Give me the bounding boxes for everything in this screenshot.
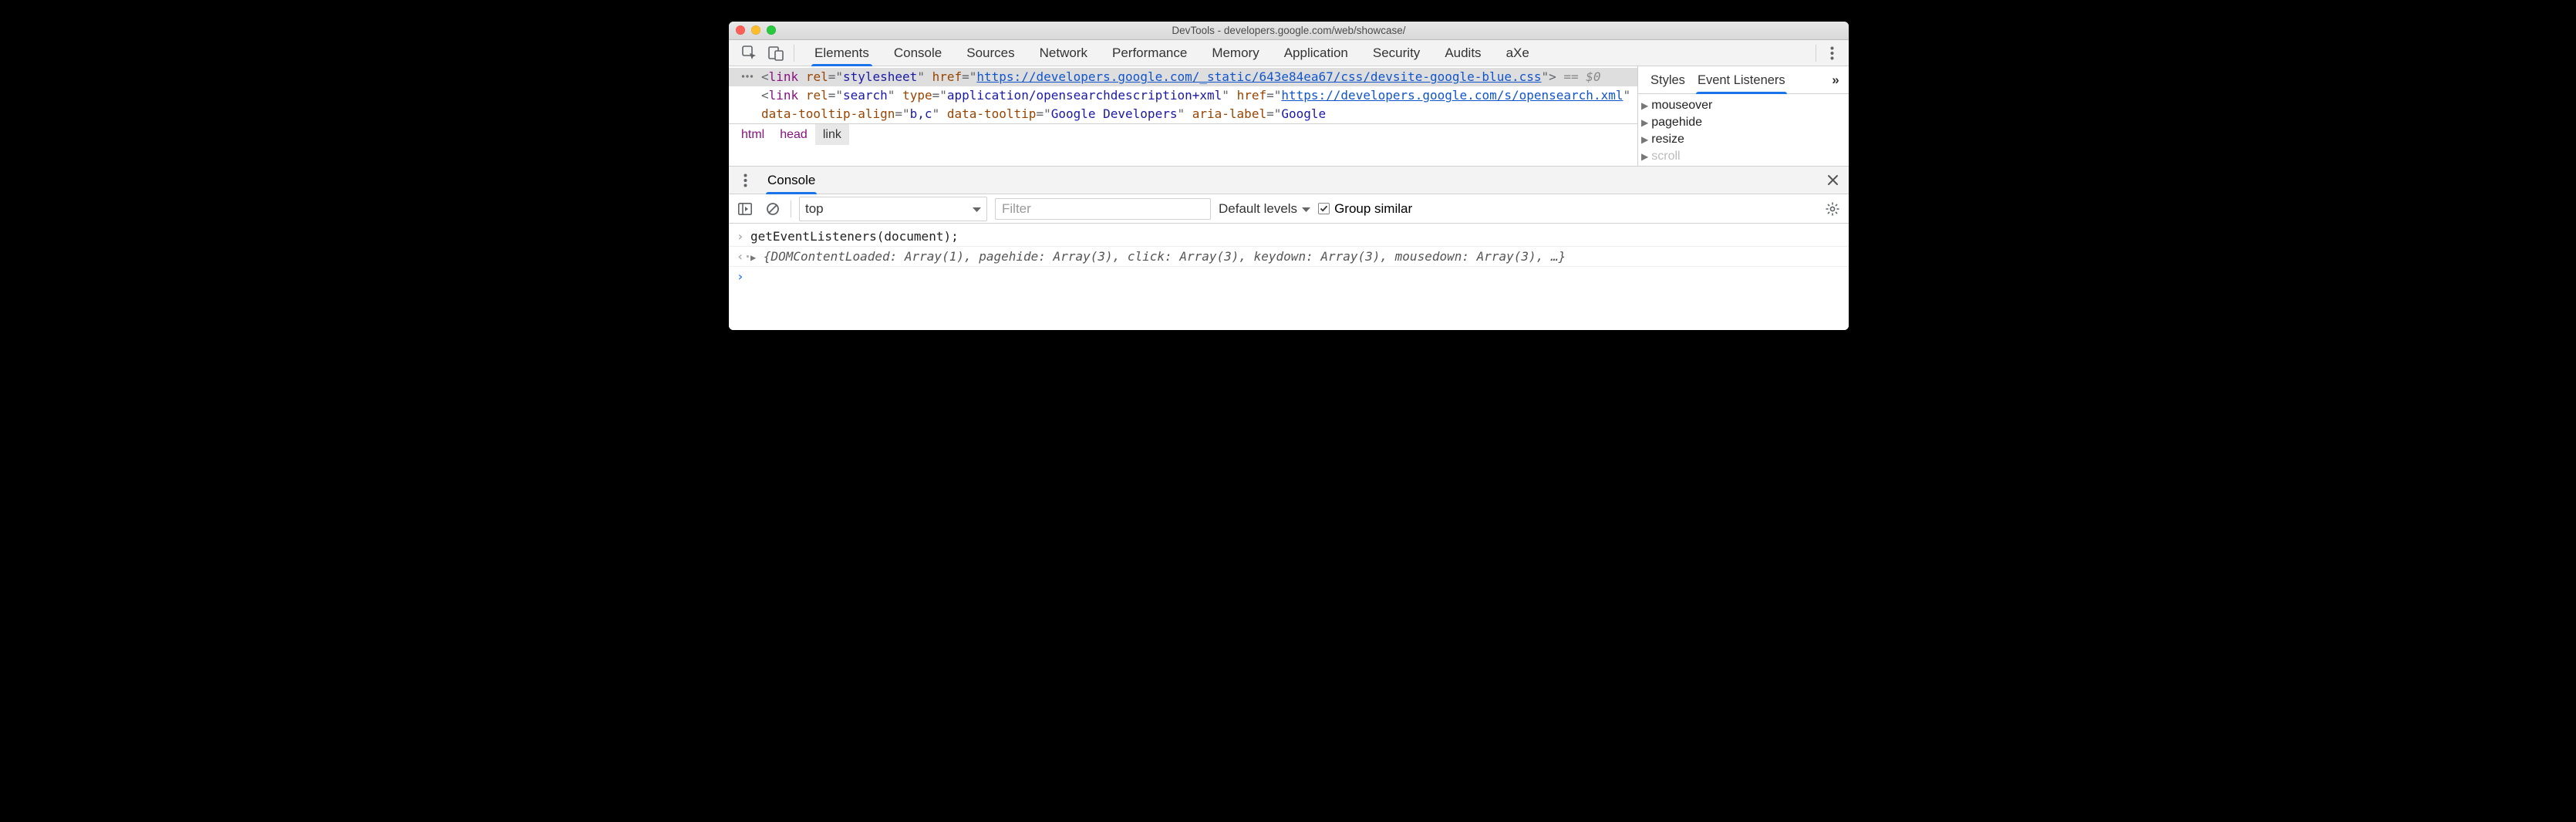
expand-triangle-icon[interactable]: ▶ xyxy=(1641,151,1648,162)
event-listener-label: pagehide xyxy=(1651,116,1702,130)
event-listeners-list: ▶mouseover▶pagehide▶resize▶scroll xyxy=(1638,94,1849,166)
console-output-row[interactable]: ‹· ▶ {DOMContentLoaded: Array(1), pagehi… xyxy=(729,246,1849,266)
titlebar: DevTools - developers.google.com/web/sho… xyxy=(729,22,1849,40)
breadcrumb-link[interactable]: link xyxy=(815,124,849,145)
prompt-marker-icon: › xyxy=(737,269,750,284)
sidebar-tab-event-listeners[interactable]: Event Listeners xyxy=(1691,66,1792,94)
sidebar-more-tabs-icon[interactable]: » xyxy=(1826,70,1846,90)
log-levels-label: Default levels xyxy=(1219,201,1297,217)
tab-memory[interactable]: Memory xyxy=(1199,40,1271,66)
clear-console-icon[interactable] xyxy=(763,199,783,219)
console-input-text: getEventListeners(document); xyxy=(750,229,1841,244)
main-menu-kebab-icon[interactable] xyxy=(1821,42,1843,64)
tab-console[interactable]: Console xyxy=(882,40,954,66)
execution-context-selector[interactable]: top xyxy=(799,197,987,221)
filter-placeholder: Filter xyxy=(1002,201,1031,217)
console-sidebar-toggle-icon[interactable] xyxy=(735,199,755,219)
dom-node[interactable]: <link rel="search" type="application/ope… xyxy=(729,86,1637,123)
chevron-down-icon xyxy=(973,201,981,217)
sidebar-tab-styles[interactable]: Styles xyxy=(1644,66,1691,94)
console-settings-gear-icon[interactable] xyxy=(1822,199,1843,219)
execution-context-value: top xyxy=(805,201,824,217)
chevron-down-icon xyxy=(1302,201,1310,217)
tab-audits[interactable]: Audits xyxy=(1432,40,1493,66)
log-levels-selector[interactable]: Default levels xyxy=(1219,201,1310,217)
event-listener-label: resize xyxy=(1651,133,1684,147)
group-similar-toggle[interactable]: Group similar xyxy=(1318,201,1412,217)
breadcrumb-html[interactable]: html xyxy=(733,124,772,145)
close-drawer-icon[interactable] xyxy=(1822,170,1843,190)
tab-security[interactable]: Security xyxy=(1360,40,1432,66)
event-listener-pagehide[interactable]: ▶pagehide xyxy=(1641,114,1846,131)
window-controls xyxy=(736,25,776,35)
breadcrumb: htmlheadlink xyxy=(729,123,1637,145)
group-similar-checkbox[interactable] xyxy=(1318,203,1330,214)
tab-elements[interactable]: Elements xyxy=(802,40,882,66)
drawer-menu-kebab-icon[interactable] xyxy=(735,173,755,187)
console-log-area[interactable]: › getEventListeners(document); ‹· ▶ {DOM… xyxy=(729,224,1849,330)
dom-node-code: <link rel="search" type="application/ope… xyxy=(761,86,1633,123)
console-drawer-tab[interactable]: Console xyxy=(761,167,821,194)
elements-panel: <link rel="stylesheet" href="https://dev… xyxy=(729,66,1637,166)
output-marker-icon: ‹· xyxy=(737,249,750,264)
group-similar-label: Group similar xyxy=(1334,201,1412,217)
breadcrumb-head[interactable]: head xyxy=(772,124,815,145)
dom-node-selected[interactable]: <link rel="stylesheet" href="https://dev… xyxy=(729,68,1637,86)
expand-triangle-icon[interactable]: ▶ xyxy=(750,252,756,263)
minimize-window-button[interactable] xyxy=(751,25,760,35)
event-listener-resize[interactable]: ▶resize xyxy=(1641,131,1846,148)
tab-sources[interactable]: Sources xyxy=(954,40,1027,66)
expand-triangle-icon[interactable]: ▶ xyxy=(1641,134,1648,145)
inspect-element-icon[interactable] xyxy=(737,40,763,66)
event-listener-label: scroll xyxy=(1651,150,1680,163)
devtools-window: DevTools - developers.google.com/web/sho… xyxy=(729,22,1849,330)
input-marker-icon: › xyxy=(737,229,750,244)
console-drawer-header: Console xyxy=(729,167,1849,194)
tab-application[interactable]: Application xyxy=(1272,40,1360,66)
sidebar-tabs: StylesEvent Listeners » xyxy=(1638,66,1849,94)
main-tab-bar: ElementsConsoleSourcesNetworkPerformance… xyxy=(729,40,1849,66)
dom-node-actions-icon[interactable] xyxy=(737,68,757,85)
event-listener-scroll[interactable]: ▶scroll xyxy=(1641,148,1846,165)
styles-sidebar: StylesEvent Listeners » ▶mouseover▶pageh… xyxy=(1637,66,1849,166)
console-prompt-row[interactable]: › xyxy=(729,266,1849,286)
tab-performance[interactable]: Performance xyxy=(1100,40,1199,66)
dom-node-code: <link rel="stylesheet" href="https://dev… xyxy=(761,68,1633,86)
event-listener-label: mouseover xyxy=(1651,99,1712,113)
event-listener-mouseover[interactable]: ▶mouseover xyxy=(1641,97,1846,114)
tab-network[interactable]: Network xyxy=(1027,40,1100,66)
expand-triangle-icon[interactable]: ▶ xyxy=(1641,100,1648,111)
expand-triangle-icon[interactable]: ▶ xyxy=(1641,117,1648,128)
device-toolbar-icon[interactable] xyxy=(763,40,789,66)
console-filter-input[interactable]: Filter xyxy=(995,198,1211,220)
dom-tree[interactable]: <link rel="stylesheet" href="https://dev… xyxy=(729,66,1637,123)
zoom-window-button[interactable] xyxy=(767,25,776,35)
console-toolbar: top Filter Default levels Group xyxy=(729,194,1849,224)
tab-axe[interactable]: aXe xyxy=(1494,40,1542,66)
window-title: DevTools - developers.google.com/web/sho… xyxy=(729,25,1849,36)
console-output-text: {DOMContentLoaded: Array(1), pagehide: A… xyxy=(764,249,1566,264)
console-input-echo: › getEventListeners(document); xyxy=(729,227,1849,246)
close-window-button[interactable] xyxy=(736,25,745,35)
